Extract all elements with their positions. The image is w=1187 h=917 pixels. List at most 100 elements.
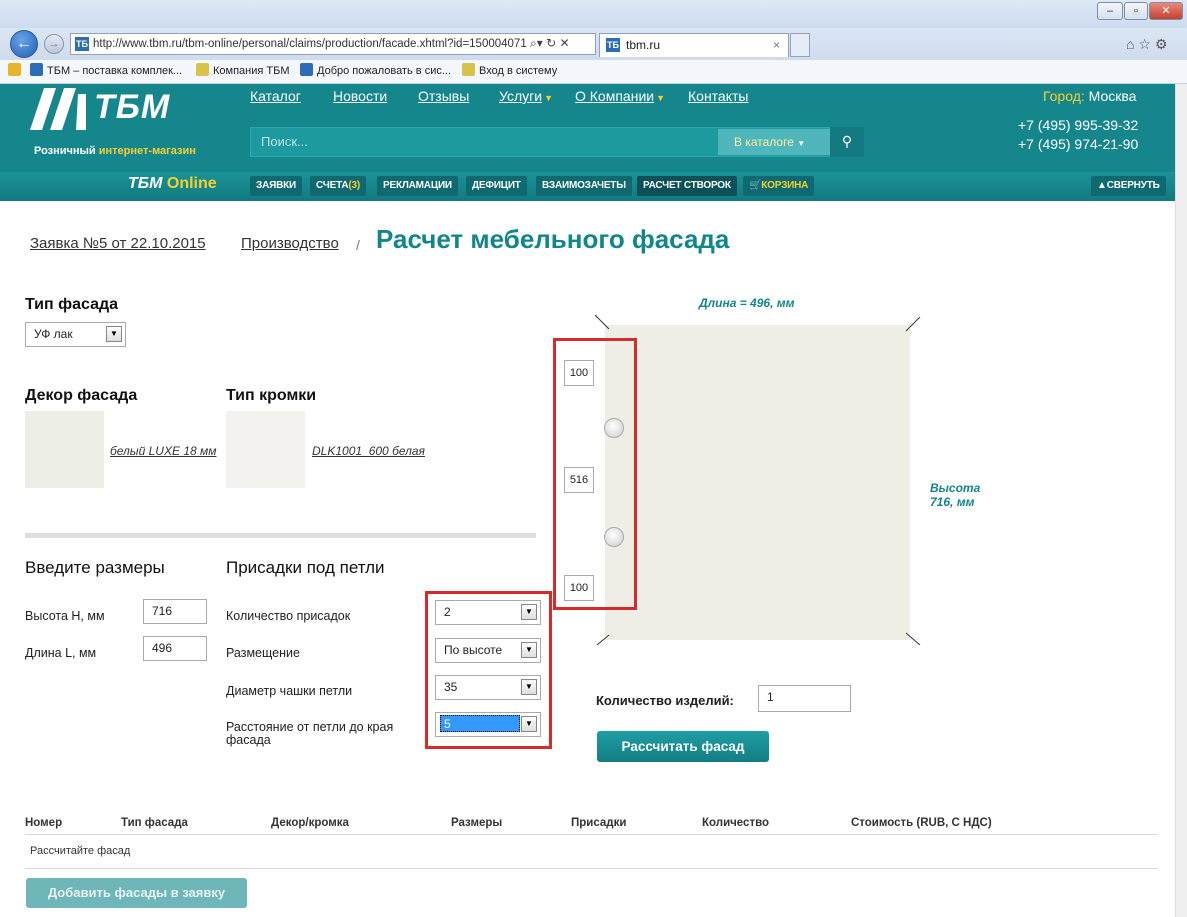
table-header-sizes: Размеры xyxy=(451,817,503,829)
decor-swatch[interactable] xyxy=(25,411,104,488)
calculate-button[interactable]: Рассчитать фасад xyxy=(597,731,769,762)
favorite-item-tbm-company[interactable]: Компания ТБМ xyxy=(196,60,290,83)
page-icon xyxy=(196,63,209,76)
nav-catalog[interactable]: Каталог xyxy=(250,88,301,104)
hinge-count-select[interactable]: 2 ▼ xyxy=(435,600,541,625)
back-button[interactable]: ← xyxy=(10,30,38,58)
chevron-down-icon: ▼ xyxy=(656,93,666,103)
nav-about[interactable]: О Компании ▼ xyxy=(575,88,665,104)
table-header-cost: Стоимость (RUB, С НДС) xyxy=(851,817,992,829)
search-button[interactable]: ⚲ xyxy=(830,127,864,157)
tagline-white: Розничный xyxy=(34,145,96,157)
hinge-count-label: Количество присадок xyxy=(226,609,351,623)
edge-swatch[interactable] xyxy=(226,411,305,488)
decor-link[interactable]: белый LUXE 18 мм xyxy=(110,444,216,458)
home-icon[interactable]: ⌂ xyxy=(1126,36,1134,52)
city-label: Город: xyxy=(1043,88,1085,104)
dim-bottom-box[interactable]: 100 xyxy=(564,575,594,601)
table-footer-divider xyxy=(25,868,1158,869)
qty-label: Количество изделий: xyxy=(596,693,734,708)
url-text: http://www.tbm.ru/tbm-online/personal/cl… xyxy=(93,38,527,50)
site-favicon: ТБ xyxy=(75,37,89,51)
nav-services[interactable]: Услуги ▼ xyxy=(499,88,553,104)
browser-tools: ⌂ ☆ ⚙ xyxy=(1126,36,1167,53)
edge-link[interactable]: DLK1001_600 белая xyxy=(312,444,425,458)
edge-heading: Тип кромки xyxy=(226,387,317,404)
search-icon: ⚲ xyxy=(841,133,853,149)
site-favicon xyxy=(300,63,313,76)
hinge-hole-icon xyxy=(604,527,624,547)
city-selector[interactable]: Город: Москва xyxy=(1043,88,1136,104)
edge-distance-value: 5 xyxy=(440,715,520,732)
page-title: Расчет мебельного фасада xyxy=(376,224,730,254)
logo-text[interactable]: ТБМ xyxy=(94,88,170,127)
placement-select[interactable]: По высоте ▼ xyxy=(435,638,541,663)
stop-icon[interactable]: ✕ xyxy=(560,36,570,50)
tagline-yellow: интернет-магазин xyxy=(98,145,196,157)
chevron-down-icon: ▼ xyxy=(521,642,537,658)
tbm-online-logo[interactable]: ТБМ Online xyxy=(128,175,217,193)
tab-claims[interactable]: РЕКЛАМАЦИИ xyxy=(377,176,458,196)
chevron-up-icon: ▲ xyxy=(1097,180,1107,191)
browser-tab[interactable]: ТБ tbm.ru × xyxy=(599,33,789,57)
favorite-item-login[interactable]: Вход в систему xyxy=(462,60,557,83)
add-facades-button[interactable]: Добавить фасады в заявку xyxy=(26,878,247,908)
dim-middle-box[interactable]: 516 xyxy=(564,467,594,493)
collapse-button[interactable]: ▲СВЕРНУТЬ xyxy=(1091,176,1166,196)
length-input[interactable]: 496 xyxy=(143,636,207,661)
nav-news[interactable]: Новости xyxy=(333,88,387,104)
favorites-star-icon[interactable]: ☆ xyxy=(1138,36,1151,52)
placement-label: Размещение xyxy=(226,646,300,660)
tab-orders[interactable]: ЗАЯВКИ xyxy=(250,176,302,196)
gear-icon[interactable]: ⚙ xyxy=(1155,36,1168,52)
breadcrumb-separator: / xyxy=(356,237,360,253)
table-header-decor: Декор/кромка xyxy=(271,817,349,829)
decor-heading: Декор фасада xyxy=(25,387,138,404)
tab-title: tbm.ru xyxy=(626,38,661,52)
edge-distance-label: Расстояние от петли до края фасада xyxy=(226,720,394,747)
table-header-facade-type: Тип фасада xyxy=(121,817,188,829)
tab-offsets[interactable]: ВЗАИМОЗАЧЕТЫ xyxy=(536,176,632,196)
phone-2: +7 (495) 974-21-90 xyxy=(1018,136,1139,152)
tab-invoices[interactable]: СЧЕТА(3) xyxy=(310,176,366,196)
tab-cart[interactable]: 🛒КОРЗИНА xyxy=(743,176,815,196)
height-input[interactable]: 716 xyxy=(143,599,207,624)
favorites-star-icon[interactable] xyxy=(8,60,25,83)
address-bar[interactable]: ТБ http://www.tbm.ru/tbm-online/personal… xyxy=(70,33,596,55)
new-tab-button[interactable] xyxy=(790,33,810,57)
qty-input[interactable]: 1 xyxy=(758,685,851,712)
chevron-down-icon: ▼ xyxy=(544,93,553,103)
table-empty-message: Рассчитайте фасад xyxy=(30,845,131,857)
search-icon[interactable]: ⌕▾ xyxy=(530,36,543,50)
nav-contacts[interactable]: Контакты xyxy=(688,88,748,104)
tbm-logo-mark[interactable] xyxy=(30,86,90,134)
favorites-bar: ТБМ – поставка комплек... Компания ТБМ Д… xyxy=(0,60,1187,84)
section-divider xyxy=(25,533,536,538)
tab-sash-calc[interactable]: РАСЧЕТ СТВОРОК xyxy=(637,176,737,196)
nav-reviews[interactable]: Отзывы xyxy=(418,88,469,104)
invoices-count-badge: (3) xyxy=(348,180,360,191)
cup-diameter-select[interactable]: 35 ▼ xyxy=(435,675,541,700)
facade-type-select[interactable]: УФ лак ▼ xyxy=(25,322,126,347)
breadcrumb-order[interactable]: Заявка №5 от 22.10.2015 xyxy=(30,235,206,252)
maximize-button[interactable]: ▫ xyxy=(1124,2,1148,20)
search-scope-select[interactable]: В каталоге ▼ xyxy=(718,129,830,155)
tagline: Розничный интернет-магазин xyxy=(34,145,196,157)
site-favicon xyxy=(30,63,43,76)
refresh-icon[interactable]: ↻ xyxy=(546,36,556,50)
close-tab-icon[interactable]: × xyxy=(773,34,780,56)
height-label: Высота Н, мм xyxy=(25,609,105,623)
minimize-button[interactable]: – xyxy=(1097,2,1123,20)
page-scrollbar[interactable] xyxy=(1175,84,1187,917)
tab-deficit[interactable]: ДЕФИЦИТ xyxy=(466,176,527,196)
favorite-item-welcome[interactable]: Добро пожаловать в сис... xyxy=(300,60,451,83)
forward-button[interactable]: → xyxy=(44,34,64,54)
dim-top-box[interactable]: 100 xyxy=(564,360,594,386)
edge-distance-select[interactable]: 5 ▼ xyxy=(435,712,541,737)
breadcrumb-production[interactable]: Производство xyxy=(241,235,339,252)
chevron-down-icon: ▼ xyxy=(521,604,537,620)
close-window-button[interactable]: ✕ xyxy=(1149,2,1183,20)
favorite-item-tbm-supply[interactable]: ТБМ – поставка комплек... xyxy=(30,60,182,83)
height-caption: Высота 716, мм xyxy=(930,481,981,509)
tab-favicon: ТБ xyxy=(606,38,620,52)
